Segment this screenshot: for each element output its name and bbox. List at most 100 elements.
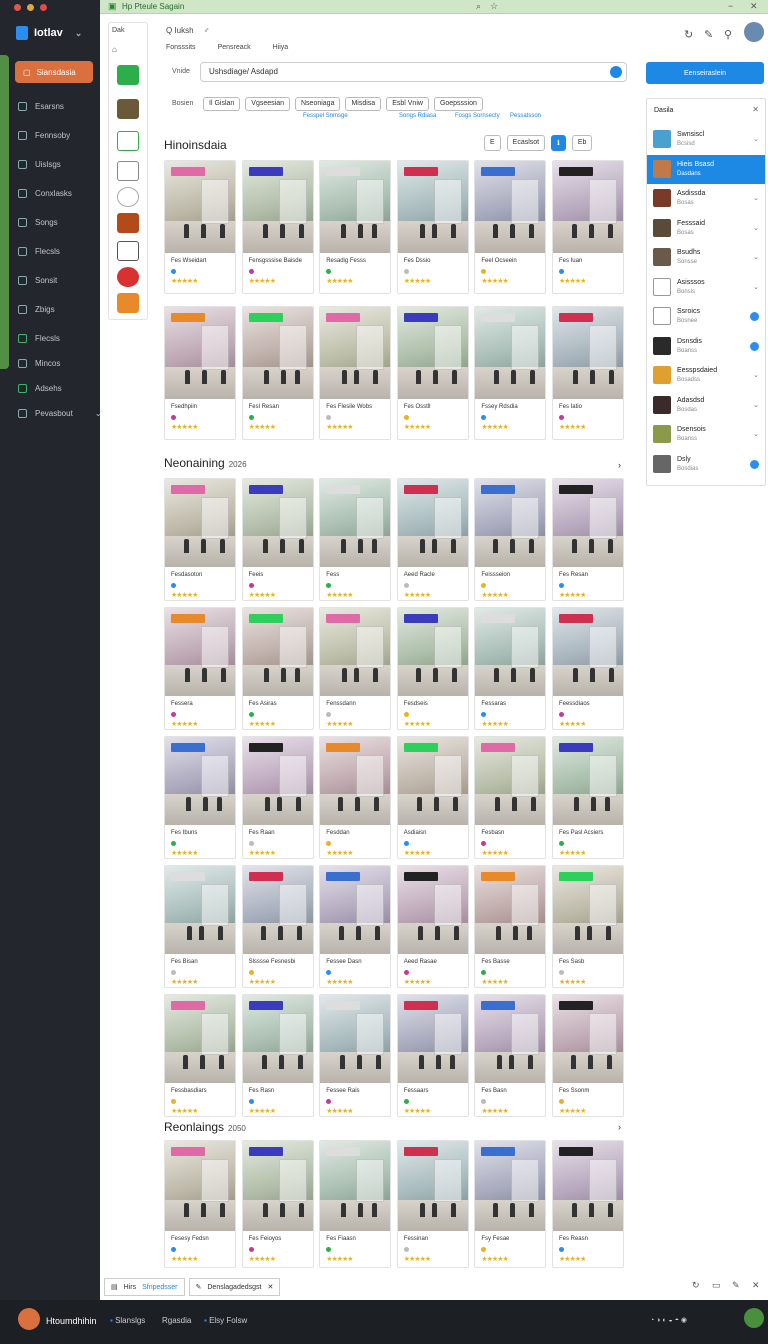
store-card[interactable]: Fes Fiaasn ★★★★★ — [319, 1140, 392, 1268]
store-card[interactable]: Fes Rasn ★★★★★ — [241, 994, 314, 1117]
close-icon[interactable]: ✕ — [267, 1283, 273, 1291]
tray-avatar[interactable] — [744, 1308, 764, 1328]
detail-row[interactable]: Dsly Bosdias — [647, 450, 765, 479]
close-icon[interactable]: ✕ — [752, 105, 759, 114]
filter-chip[interactable]: Vgseesian — [245, 97, 290, 111]
tool-link-icon[interactable] — [117, 161, 139, 181]
bottom-tab[interactable]: ▤ Hirs Sfnpedsser — [104, 1278, 185, 1296]
store-card[interactable]: Fesesy Fedsn ★★★★★ — [164, 1140, 236, 1268]
filter-sub[interactable]: Songs Rdiasa — [399, 113, 436, 119]
store-card[interactable]: Feissseion ★★★★★ — [474, 478, 547, 601]
window-icon[interactable]: ▭ — [712, 1280, 721, 1291]
primary-button[interactable]: Eenseiraslein — [646, 62, 764, 84]
view-tool[interactable]: E — [484, 135, 501, 151]
app-logo-icon[interactable] — [18, 1308, 40, 1330]
store-card[interactable]: Fes Dssio ★★★★★ — [396, 160, 469, 294]
detail-row[interactable]: Asisssos Bonsis ⌄ — [647, 273, 765, 302]
refresh-icon[interactable]: ↻ — [692, 1280, 700, 1291]
store-card[interactable]: Fssey Rdsdia ★★★★★ — [474, 306, 547, 440]
store-card[interactable]: Fes Flesile Wobs ★★★★★ — [319, 306, 392, 440]
store-card[interactable]: Feel Ocseein ★★★★★ — [474, 160, 547, 294]
store-card[interactable]: Fes Reasn ★★★★★ — [551, 1140, 624, 1268]
chevron-down-icon[interactable]: ⌄ — [753, 135, 759, 143]
tool-image-icon[interactable] — [117, 99, 139, 119]
search-icon[interactable]: ⌕ — [476, 1, 481, 12]
sidebar-item[interactable]: Uislsgs — [0, 150, 61, 179]
tool-palette-icon[interactable] — [117, 293, 139, 313]
store-card[interactable]: Fessera ★★★★★ — [164, 607, 236, 730]
chevron-down-icon[interactable]: ⌄ — [753, 430, 759, 438]
store-card[interactable]: Aeed Racle ★★★★★ — [396, 478, 469, 601]
store-card[interactable]: Slsssse Fesnesbi ★★★★★ — [241, 865, 314, 988]
store-card[interactable]: Fes Asiras ★★★★★ — [241, 607, 314, 730]
minimize-icon[interactable]: − — [728, 1, 733, 11]
chevron-right-icon[interactable]: › — [618, 1122, 621, 1132]
detail-row[interactable]: Dsensois Boanss ⌄ — [647, 420, 765, 449]
store-card[interactable]: Fes Pasl Acsiers ★★★★★ — [551, 736, 624, 859]
store-card[interactable]: Feessdiaos ★★★★★ — [551, 607, 624, 730]
detail-row[interactable]: Adasdsd Bosdas ⌄ — [647, 391, 765, 420]
store-card[interactable]: Fessinan ★★★★★ — [396, 1140, 469, 1268]
tool-record-icon[interactable] — [117, 267, 139, 287]
filter-chip[interactable]: Goepsssion — [433, 97, 483, 111]
store-card[interactable]: Fes Iuan ★★★★★ — [551, 160, 624, 294]
nav-item[interactable]: Hiiya — [273, 44, 289, 51]
store-card[interactable]: Fsedhpiin ★★★★★ — [164, 306, 236, 440]
store-card[interactable]: Fsy Fesae ★★★★★ — [474, 1140, 547, 1268]
store-card[interactable]: Fessaras ★★★★★ — [474, 607, 547, 730]
store-card[interactable]: Fesdasoton ★★★★★ — [164, 478, 236, 601]
filter-sub[interactable]: Fosgs Sornsecty — [455, 113, 500, 119]
taskbar-app[interactable]: ▪ Slanslgs — [110, 1316, 145, 1325]
detail-row[interactable]: Bsudhs Sonsse ⌄ — [647, 243, 765, 272]
nav-item[interactable]: Pensreack — [218, 44, 251, 51]
sidebar-item[interactable]: Flecsls — [0, 237, 60, 266]
refresh-icon[interactable]: ↻ — [684, 28, 693, 41]
store-card[interactable]: Fes Wseidart ★★★★★ — [164, 160, 236, 294]
sidebar-item-active[interactable]: ▢ Siansdasia — [15, 61, 93, 83]
filter-chip[interactable]: Esbl Vniw — [386, 97, 429, 111]
filter-sub[interactable]: Fesspel Snmsge — [303, 113, 348, 119]
chevron-down-icon[interactable]: ⌄ — [753, 371, 759, 379]
store-card[interactable]: Fesl Resan ★★★★★ — [241, 306, 314, 440]
tool-pen-icon[interactable] — [117, 241, 139, 261]
store-card[interactable]: Feeis ★★★★★ — [241, 478, 314, 601]
tool-photo-icon[interactable] — [117, 213, 139, 233]
store-card[interactable]: Fessee Rais ★★★★★ — [319, 994, 392, 1117]
store-card[interactable]: Fes Sasb ★★★★★ — [551, 865, 624, 988]
store-card[interactable]: Fesddan ★★★★★ — [319, 736, 392, 859]
store-card[interactable]: Fessbasdiars ★★★★★ — [164, 994, 236, 1117]
search-tool[interactable]: Q Iuksh — [166, 26, 194, 35]
search-submit-icon[interactable] — [610, 66, 622, 78]
store-card[interactable]: Fes Osstll ★★★★★ — [396, 306, 469, 440]
filter-chip[interactable]: Il Gislan — [203, 97, 241, 111]
tool-info-icon[interactable] — [117, 187, 139, 207]
search-input[interactable]: Ushsdiage/ Asdapd — [200, 62, 627, 82]
filter-chip[interactable]: Misdisa — [345, 97, 382, 111]
store-card[interactable]: Fess ★★★★★ — [319, 478, 392, 601]
brand[interactable]: Iotlav ⌄ — [16, 26, 82, 40]
chevron-right-icon[interactable]: › — [618, 460, 621, 470]
star-icon[interactable]: ☆ — [490, 1, 498, 12]
store-card[interactable]: Asdiaisn ★★★★★ — [396, 736, 469, 859]
chevron-down-icon[interactable]: ⌄ — [753, 224, 759, 232]
view-tool[interactable]: ℹ — [551, 135, 566, 151]
user-tool[interactable]: ♂ — [204, 26, 210, 35]
sidebar-item[interactable]: Sonsit — [0, 266, 57, 295]
bottom-tab[interactable]: ✎ Denslagadedsgst ✕ — [188, 1278, 281, 1296]
sidebar-item[interactable]: Pevasbout ⌄ — [0, 399, 102, 428]
chevron-down-icon[interactable]: ⌄ — [753, 283, 759, 291]
taskbar-app[interactable]: Rgasdia — [162, 1316, 191, 1325]
sidebar-item[interactable]: Fennsoby — [0, 121, 70, 150]
tray-icons[interactable]: ◔ ◑ ◐ ◒ ◓ ◉ — [650, 1316, 687, 1324]
store-card[interactable]: Fes Bisan ★★★★★ — [164, 865, 236, 988]
close-window-button[interactable] — [14, 4, 21, 11]
detail-row[interactable]: Asdissda Bosas ⌄ — [647, 184, 765, 213]
avatar[interactable] — [744, 22, 764, 42]
sidebar-item[interactable]: Conxlasks — [0, 179, 72, 208]
home-icon[interactable]: ⌂ — [112, 45, 117, 54]
sidebar-item[interactable]: Zbigs — [0, 295, 55, 324]
store-card[interactable]: Fenssdann ★★★★★ — [319, 607, 392, 730]
store-card[interactable]: Fes Basn ★★★★★ — [474, 994, 547, 1117]
sidebar-item[interactable]: Esarsns — [0, 92, 64, 121]
store-card[interactable]: Fes Ssonm ★★★★★ — [551, 994, 624, 1117]
